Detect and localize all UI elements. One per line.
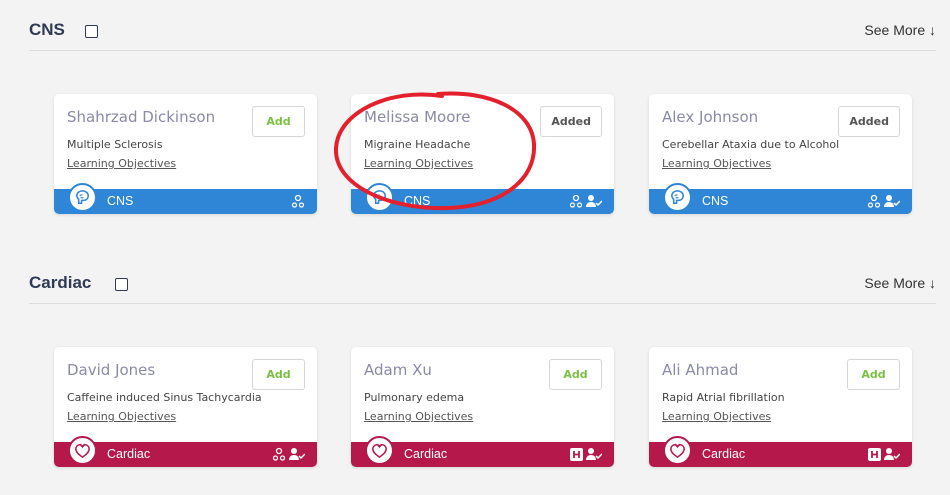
diagnosis: Multiple Sclerosis — [67, 138, 163, 151]
section-header: CNS See More ↓ — [29, 10, 936, 51]
user-check-icon — [289, 447, 305, 461]
added-button[interactable]: Added — [540, 106, 602, 137]
heart-icon — [663, 436, 692, 465]
case-card[interactable]: Ali Ahmad Add Rapid Atrial fibrillation … — [649, 347, 912, 467]
see-more-link[interactable]: See More ↓ — [864, 22, 936, 38]
case-card[interactable]: Adam Xu Add Pulmonary edema Learning Obj… — [351, 347, 614, 467]
brain-icon — [663, 183, 692, 212]
section-checkbox[interactable] — [85, 25, 98, 38]
section-cardiac: Cardiac See More ↓ — [29, 263, 936, 304]
section-title: Cardiac — [29, 273, 92, 292]
system-label: Cardiac — [107, 447, 151, 461]
heart-icon — [365, 436, 394, 465]
tags — [570, 447, 602, 461]
system-label: Cardiac — [702, 447, 746, 461]
patient-name: Shahrzad Dickinson — [67, 108, 216, 126]
diagnosis: Cerebellar Ataxia due to Alcohol — [662, 138, 840, 151]
system-label: CNS — [404, 194, 431, 208]
case-card[interactable]: David Jones Add Caffeine induced Sinus T… — [54, 347, 317, 467]
case-card[interactable]: Alex Johnson Added Cerebellar Ataxia due… — [649, 94, 912, 214]
learning-objectives-link[interactable]: Learning Objectives — [67, 157, 176, 170]
system-band: CNS — [54, 183, 317, 214]
tags — [868, 447, 900, 461]
case-card[interactable]: Melissa Moore Added Migraine Headache Le… — [351, 94, 614, 214]
learning-objectives-link[interactable]: Learning Objectives — [662, 410, 771, 423]
system-band: Cardiac — [649, 436, 912, 467]
add-button[interactable]: Add — [549, 359, 602, 390]
patient-name: Melissa Moore — [364, 108, 471, 126]
learning-objectives-link[interactable]: Learning Objectives — [364, 410, 473, 423]
system-label: CNS — [107, 194, 134, 208]
diagnosis: Pulmonary edema — [364, 391, 465, 404]
patient-name: Alex Johnson — [662, 108, 759, 126]
system-band: CNS — [649, 183, 912, 214]
patient-name: David Jones — [67, 361, 156, 379]
diagnosis: Migraine Headache — [364, 138, 471, 151]
patient-name: Adam Xu — [364, 361, 432, 379]
learning-objectives-link[interactable]: Learning Objectives — [364, 157, 473, 170]
group-icon — [867, 194, 881, 208]
add-button[interactable]: Add — [847, 359, 900, 390]
add-button[interactable]: Add — [252, 106, 305, 137]
hospital-icon — [570, 447, 583, 461]
brain-icon — [365, 183, 394, 212]
added-button[interactable]: Added — [838, 106, 900, 137]
see-more-link[interactable]: See More ↓ — [864, 275, 936, 291]
system-band: CNS — [351, 183, 614, 214]
user-check-icon — [884, 447, 900, 461]
heart-icon — [68, 436, 97, 465]
group-icon — [272, 447, 286, 461]
user-check-icon — [586, 447, 602, 461]
hospital-icon — [868, 447, 881, 461]
brain-icon — [68, 183, 97, 212]
group-icon — [569, 194, 583, 208]
user-check-icon — [884, 194, 900, 208]
diagnosis: Caffeine induced Sinus Tachycardia — [67, 391, 262, 404]
system-band: Cardiac — [351, 436, 614, 467]
tags — [291, 194, 305, 208]
learning-objectives-link[interactable]: Learning Objectives — [662, 157, 771, 170]
patient-name: Ali Ahmad — [662, 361, 739, 379]
section-checkbox[interactable] — [115, 278, 128, 291]
section-header: Cardiac See More ↓ — [29, 263, 936, 304]
tags — [569, 194, 602, 208]
section-title: CNS — [29, 20, 65, 39]
add-button[interactable]: Add — [252, 359, 305, 390]
tags — [867, 194, 900, 208]
section-cns: CNS See More ↓ — [29, 10, 936, 51]
group-icon — [291, 194, 305, 208]
system-band: Cardiac — [54, 436, 317, 467]
tags — [272, 447, 305, 461]
learning-objectives-link[interactable]: Learning Objectives — [67, 410, 176, 423]
system-label: CNS — [702, 194, 729, 208]
user-check-icon — [586, 194, 602, 208]
system-label: Cardiac — [404, 447, 448, 461]
diagnosis: Rapid Atrial fibrillation — [662, 391, 785, 404]
case-card[interactable]: Shahrzad Dickinson Add Multiple Sclerosi… — [54, 94, 317, 214]
